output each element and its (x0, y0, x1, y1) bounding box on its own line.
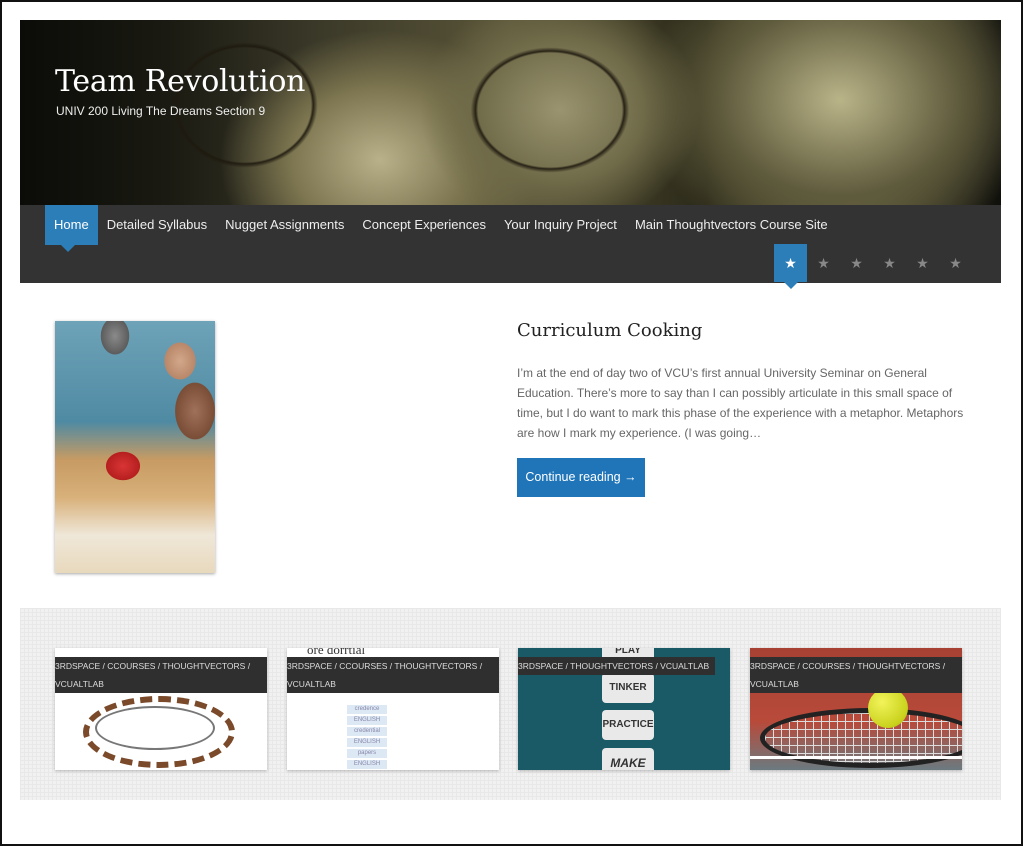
diagram-label: credential (347, 727, 387, 736)
post-card[interactable]: 3RDSPACE / CCOURSES / THOUGHTVECTORS / V… (750, 648, 962, 770)
slider-star-icon[interactable]: ★ (807, 244, 840, 282)
nav-item-your-inquiry-project[interactable]: Your Inquiry Project (495, 205, 626, 245)
page: Team Revolution UNIV 200 Living The Drea… (20, 20, 1001, 800)
concept-diagram-image: credence ENGLISH credential ENGLISH pape… (347, 703, 447, 770)
post-card[interactable]: PLAY TINKER PRACTICE MAKE 3RDSPACE / THO… (518, 648, 730, 770)
nav-item-detailed-syllabus[interactable]: Detailed Syllabus (98, 205, 216, 245)
tennis-ball-image (868, 688, 908, 728)
site-header: Team Revolution UNIV 200 Living The Drea… (20, 20, 1001, 205)
slider-star-icon[interactable]: ★ (906, 244, 939, 282)
nav-item-nugget-assignments[interactable]: Nugget Assignments (216, 205, 353, 245)
slider-star-icon[interactable]: ★ (840, 244, 873, 282)
card-word: PRACTICE (602, 710, 654, 740)
nav-item-home[interactable]: Home (45, 205, 98, 252)
card-tags[interactable]: 3RDSPACE / CCOURSES / THOUGHTVECTORS / V… (750, 657, 962, 693)
continue-reading-button[interactable]: Continue reading → (517, 458, 645, 497)
diagram-label: ENGLISH (347, 760, 387, 769)
card-word: MAKE (602, 748, 654, 770)
diagram-label: ENGLISH (347, 738, 387, 747)
diagram-label: ENGLISH (347, 716, 387, 725)
diagram-label: credence (347, 705, 387, 714)
court-line (750, 756, 962, 759)
card-tags[interactable]: 3RDSPACE / THOUGHTVECTORS / VCUALTLAB (518, 657, 716, 680)
slider-star-icon[interactable]: ★ (939, 244, 972, 282)
featured-post-excerpt: I’m at the end of day two of VCU’s first… (517, 366, 964, 440)
post-card[interactable]: ore dorrtial credence ENGLISH credential… (287, 648, 499, 770)
nav-menu: Home Detailed Syllabus Nugget Assignment… (45, 205, 837, 252)
card-tags[interactable]: 3RDSPACE / CCOURSES / THOUGHTVECTORS / V… (287, 657, 499, 693)
nav-item-concept-experiences[interactable]: Concept Experiences (353, 205, 495, 245)
site-description: UNIV 200 Living The Dreams Section 9 (56, 104, 266, 118)
main-navigation: Home Detailed Syllabus Nugget Assignment… (20, 205, 1001, 289)
site-title[interactable]: Team Revolution (55, 64, 305, 99)
featured-post-title[interactable]: Curriculum Cooking (517, 320, 702, 341)
tennis-racket-image (760, 708, 962, 768)
slider-pager: ★ ★ ★ ★ ★ ★ (774, 244, 972, 289)
featured-image[interactable] (55, 321, 215, 573)
post-card[interactable]: 3RDSPACE / CCOURSES / THOUGHTVECTORS / V… (55, 648, 267, 770)
slider-star-icon[interactable]: ★ (774, 244, 807, 289)
post-card-strip: 3RDSPACE / CCOURSES / THOUGHTVECTORS / V… (20, 608, 1001, 800)
train-track-rail (95, 706, 215, 750)
slider-star-icon[interactable]: ★ (873, 244, 906, 282)
nav-item-main-course-site[interactable]: Main Thoughtvectors Course Site (626, 205, 837, 245)
diagram-label: papers (347, 749, 387, 758)
card-word: TINKER (602, 673, 654, 703)
card-tags[interactable]: 3RDSPACE / CCOURSES / THOUGHTVECTORS / V… (55, 657, 267, 693)
